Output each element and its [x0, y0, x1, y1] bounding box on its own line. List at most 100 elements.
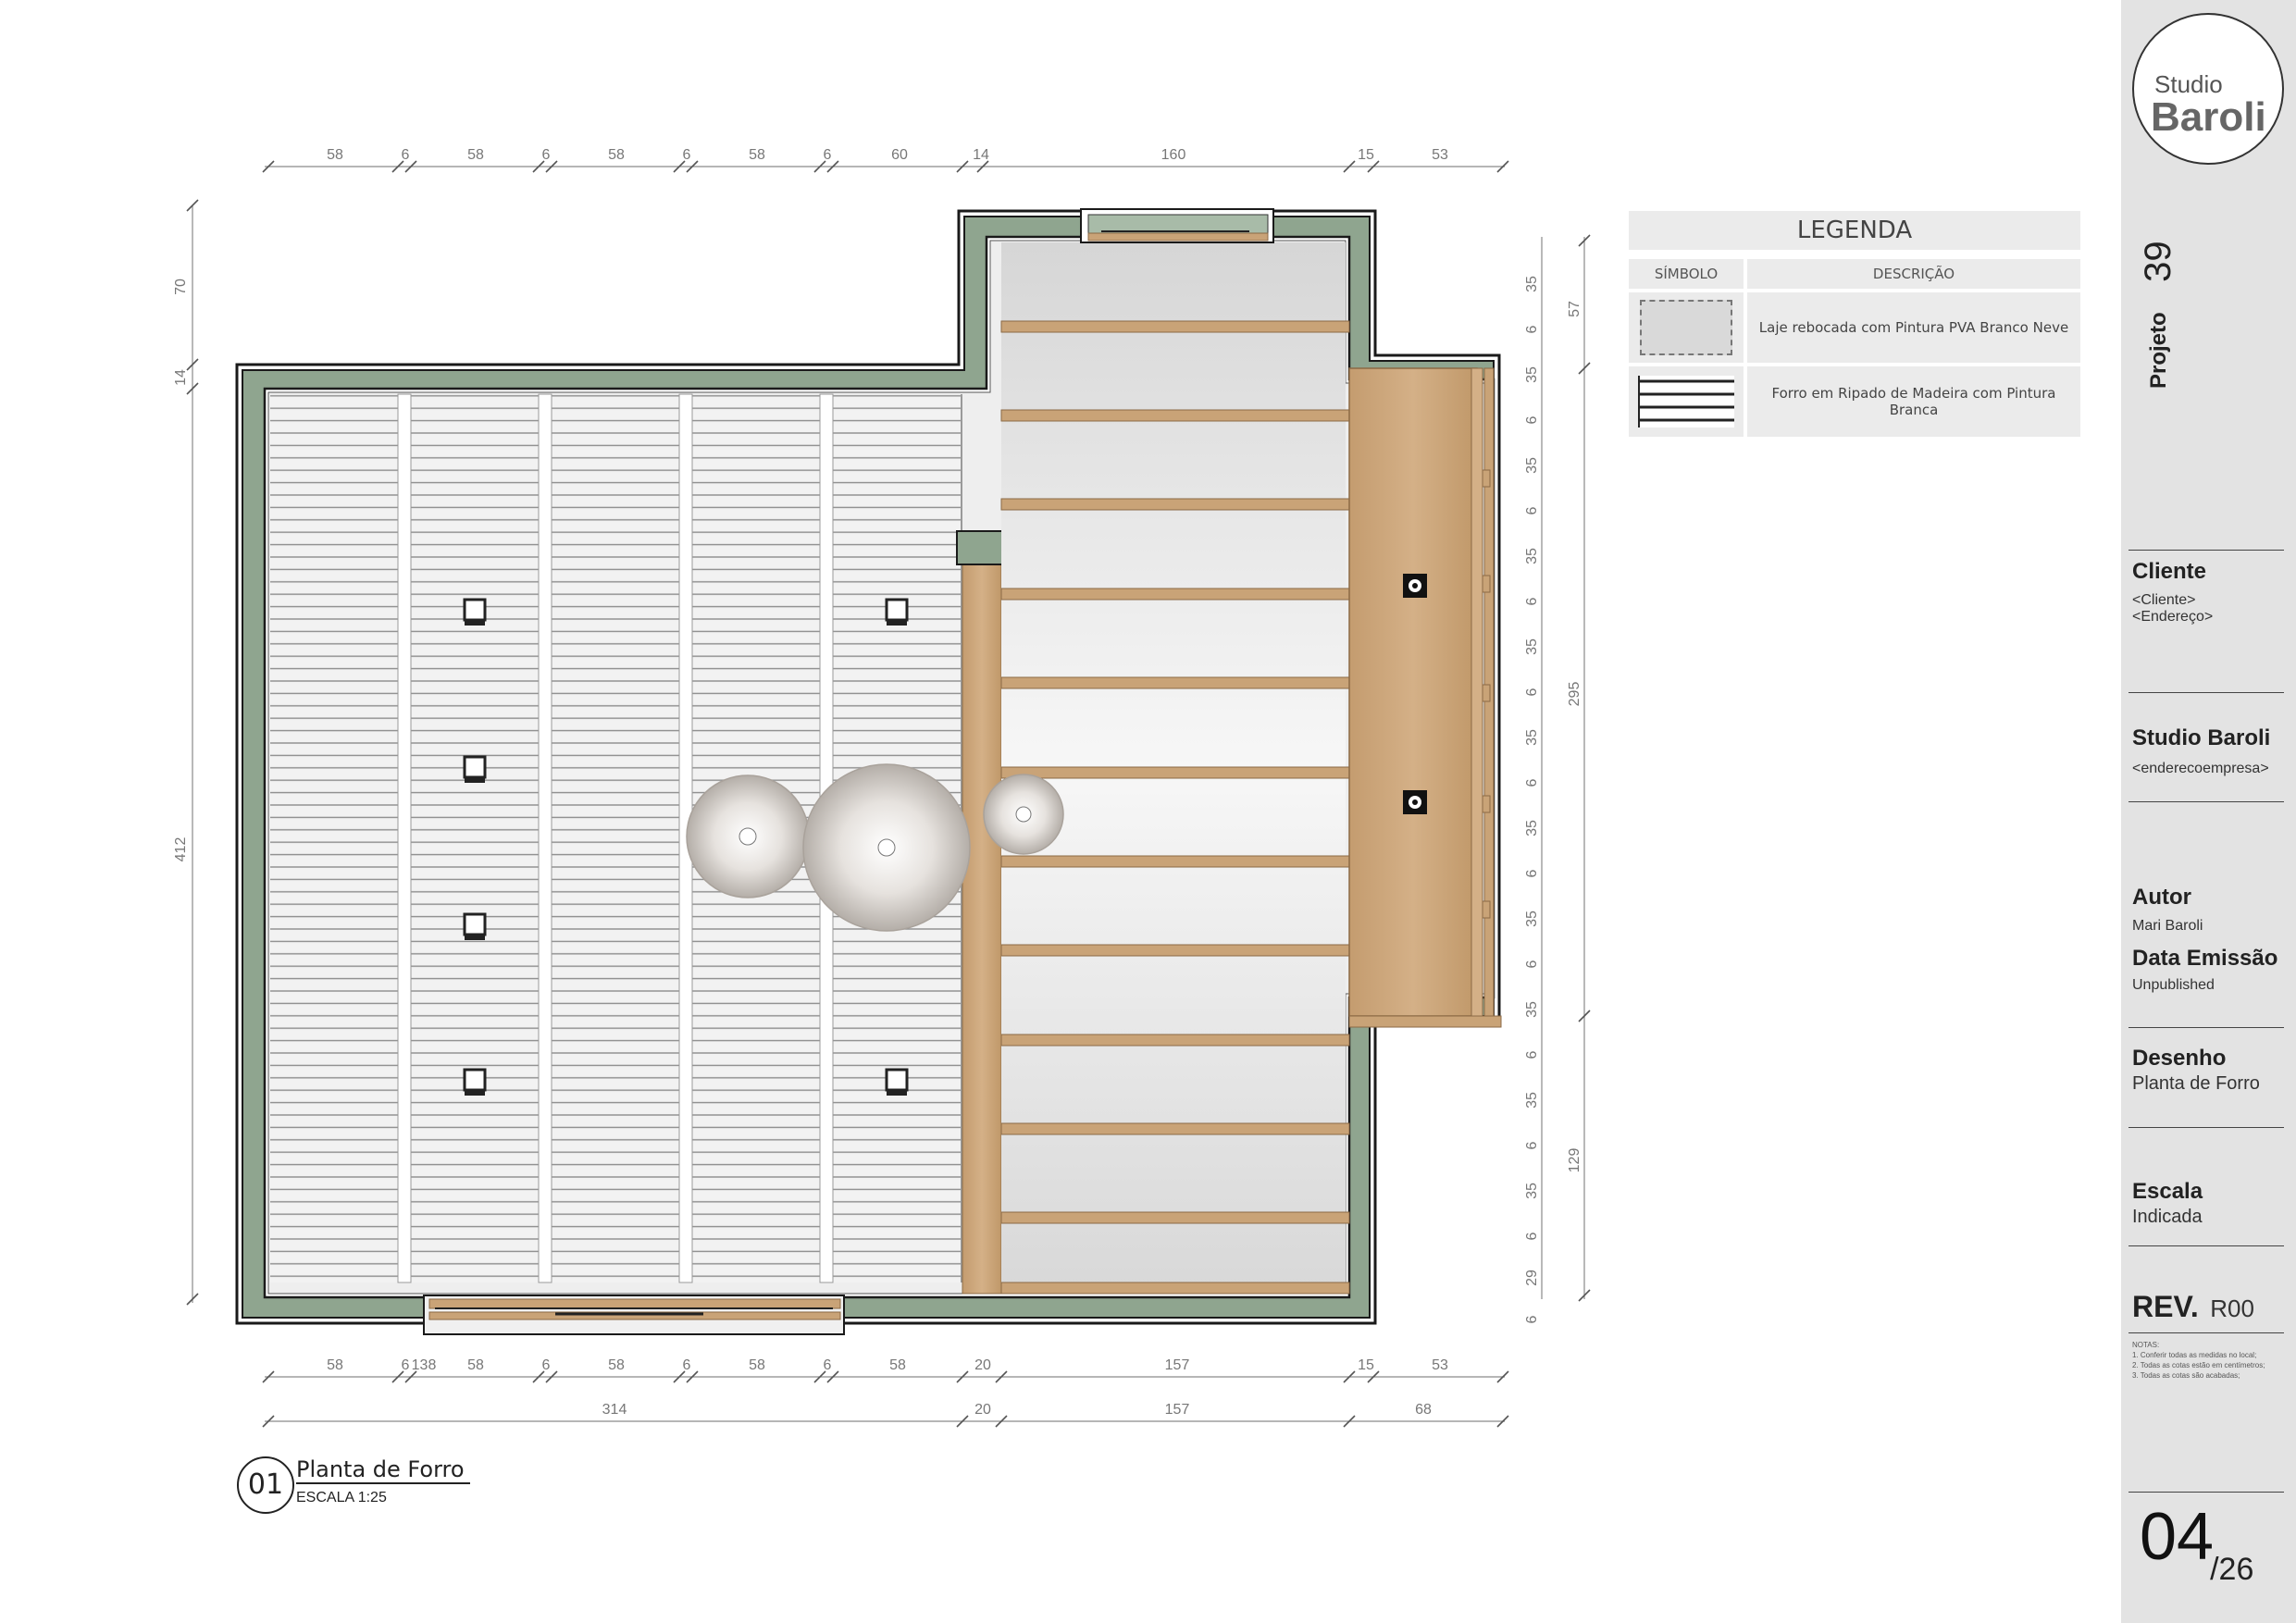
laje-rebocada-swatch: [1640, 300, 1732, 355]
dim-label: 58: [467, 1357, 484, 1373]
dim-label: 15: [1358, 147, 1374, 163]
dim-label: 138: [412, 1357, 437, 1373]
dim-label: 6: [1524, 1315, 1540, 1323]
dim-label: 6: [542, 1357, 551, 1373]
dim-label: 35: [1524, 276, 1540, 292]
dimension-labels-left: 70 14 412: [173, 279, 189, 861]
dim-label: 157: [1165, 1357, 1190, 1373]
legend-description: Laje rebocada com Pintura PVA Branco Nev…: [1747, 292, 2080, 363]
recessed-light-icon: [1403, 574, 1427, 598]
client-label: Cliente: [2132, 559, 2207, 584]
legend-title: LEGENDA: [1629, 211, 2080, 250]
dim-label: 14: [173, 369, 189, 386]
logo-line2: Baroli: [2151, 94, 2266, 140]
dim-label: 6: [1524, 1141, 1540, 1149]
drawing-field: Desenho Planta de Forro: [2132, 1046, 2260, 1095]
dim-label: 35: [1524, 1001, 1540, 1018]
legend-symbol-cell: [1629, 366, 1744, 437]
dim-label: 58: [467, 147, 484, 163]
dim-label: 35: [1524, 911, 1540, 927]
dim-label: 58: [749, 147, 765, 163]
project-label: Projeto: [2145, 312, 2171, 389]
scale-value: Indicada: [2132, 1207, 2203, 1227]
divider: [2128, 1027, 2284, 1028]
legend-col-symbol: SÍMBOLO: [1629, 259, 1744, 289]
dim-label: 157: [1165, 1402, 1190, 1418]
dim-label: 58: [327, 147, 343, 163]
window-bottom: [423, 1295, 845, 1335]
window-top: [1080, 208, 1274, 243]
dim-label: 60: [891, 147, 908, 163]
dim-label: 160: [1161, 147, 1186, 163]
dim-label: 58: [327, 1357, 343, 1373]
view-number: 01: [237, 1456, 294, 1514]
view-name: Planta de Forro: [296, 1456, 470, 1484]
dim-label: 35: [1524, 548, 1540, 564]
dim-label: 53: [1432, 147, 1448, 163]
notes: NOTAS: 1. Conferir todas as medidas no l…: [2132, 1340, 2290, 1381]
dimension-labels-right: 35 6 35 6 35 6 35 6 35 6 35 6 35 6 35 6 35 6 35 6 35 6 29 6: [1524, 276, 1540, 1323]
dim-label: 412: [173, 837, 189, 862]
spot-light-icon: [463, 912, 487, 940]
dim-label: 70: [173, 279, 189, 295]
dim-label: 6: [1524, 1050, 1540, 1059]
dim-label: 129: [1567, 1148, 1582, 1173]
divider: [2128, 1127, 2284, 1128]
dimension-labels-bottom: 58 6 138 58 6 58 6 58 6 58 20 157 15 53 …: [327, 1357, 1448, 1418]
dim-label: 35: [1524, 729, 1540, 746]
spot-light-icon: [463, 755, 487, 783]
dim-label: 57: [1567, 301, 1582, 317]
spot-light-icon: [463, 598, 487, 626]
dim-label: 6: [402, 1357, 410, 1373]
author-value: Mari Baroli: [2132, 918, 2203, 934]
dim-label: 58: [608, 147, 625, 163]
legend-symbol-cell: [1629, 292, 1744, 363]
dim-label: 35: [1524, 366, 1540, 383]
pendant-lamp-icon: [983, 774, 1064, 855]
scale-label: Escala: [2132, 1179, 2203, 1204]
dim-label: 6: [1524, 869, 1540, 877]
dim-label: 35: [1524, 457, 1540, 474]
dim-label: 14: [973, 147, 989, 163]
dim-label: 6: [1524, 688, 1540, 696]
spot-light-icon: [463, 1068, 487, 1096]
note-item: 2. Todas as cotas estão em centímetros;: [2132, 1361, 2265, 1369]
dim-label: 29: [1524, 1270, 1540, 1286]
dim-label: 58: [749, 1357, 765, 1373]
dim-label: 53: [1432, 1357, 1448, 1373]
divider: [2128, 1492, 2284, 1493]
project-field: Projeto 39: [2138, 241, 2179, 389]
dim-label: 68: [1415, 1402, 1432, 1418]
issue-date-label: Data Emissão: [2132, 946, 2278, 971]
legend-description: Forro em Ripado de Madeira com Pintura B…: [1747, 366, 2080, 437]
dim-label: 295: [1567, 682, 1582, 707]
wood-panel-right: [1348, 367, 1502, 1028]
divider: [2128, 801, 2284, 802]
author-label: Autor: [2132, 885, 2191, 910]
sheet-number: 04/26: [2140, 1499, 2253, 1587]
revision-field: REV. R00: [2132, 1290, 2254, 1324]
sheet-index: 04: [2140, 1500, 2215, 1574]
dim-label: 6: [1524, 1232, 1540, 1240]
client-address: <Endereço>: [2132, 609, 2214, 625]
dim-label: 35: [1524, 1183, 1540, 1199]
view-scale: ESCALA 1:25: [296, 1490, 387, 1505]
dim-label: 35: [1524, 820, 1540, 836]
dim-label: 6: [1524, 960, 1540, 968]
dim-label: 6: [1524, 325, 1540, 333]
legend-header-row: SÍMBOLO DESCRIÇÃO: [1629, 259, 2080, 289]
divider: [2128, 1245, 2284, 1246]
pendant-lamp-icon: [686, 774, 810, 898]
dim-label: 20: [974, 1357, 991, 1373]
divider: [2128, 550, 2284, 551]
legend-row: Laje rebocada com Pintura PVA Branco Nev…: [1629, 292, 2080, 363]
dim-label: 6: [402, 147, 410, 163]
note-item: 1. Conferir todas as medidas no local;: [2132, 1351, 2257, 1359]
wood-ceiling-bays: [1000, 242, 1350, 1295]
dim-label: 6: [824, 147, 832, 163]
dim-label: 6: [1524, 778, 1540, 787]
company-address: <enderecoempresa>: [2132, 761, 2269, 776]
company-label: Studio Baroli: [2132, 725, 2271, 750]
dim-label: 58: [608, 1357, 625, 1373]
dim-label: 6: [542, 147, 551, 163]
